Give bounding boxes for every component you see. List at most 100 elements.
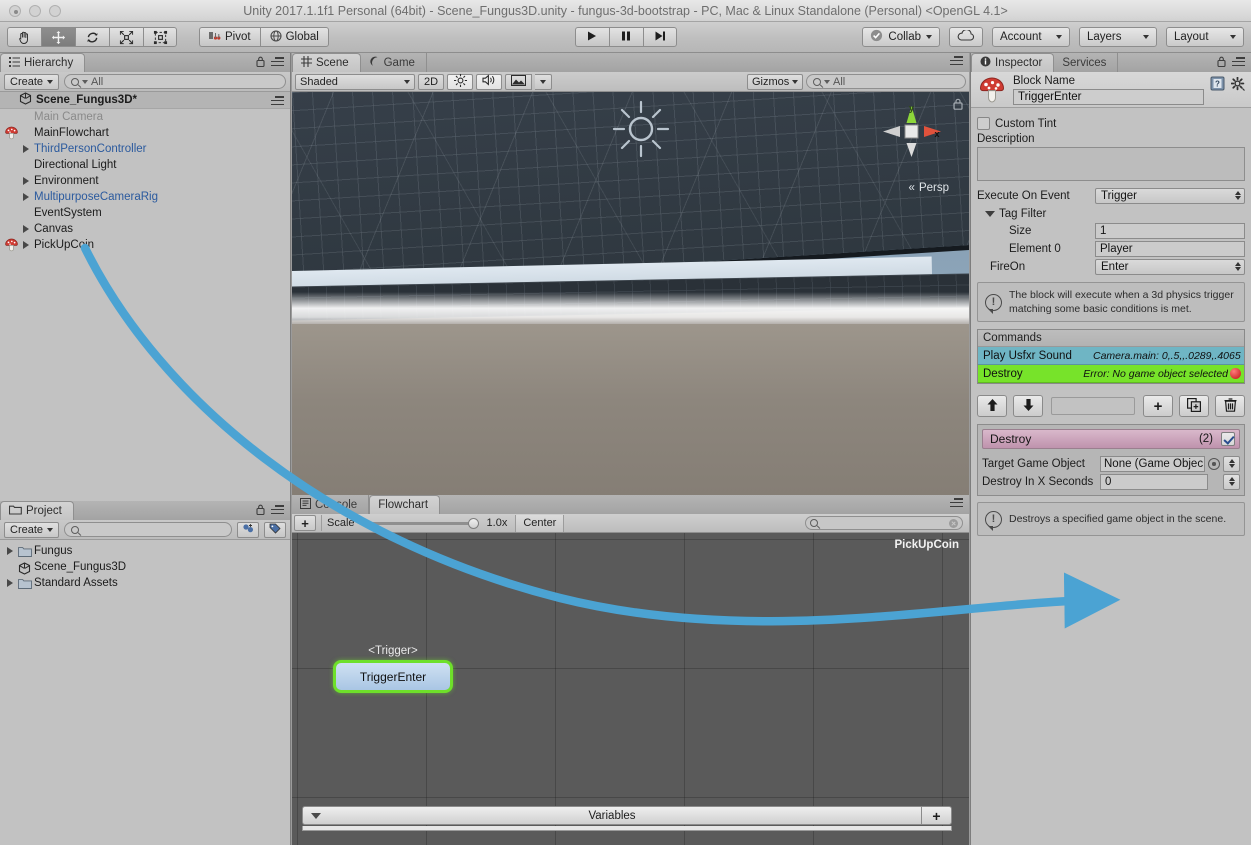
panel-menu-icon[interactable] [271, 505, 284, 514]
expand-arrow-icon[interactable] [20, 177, 31, 185]
hierarchy-item-multipurposecamerarig[interactable]: MultipurposeCameraRig [0, 189, 290, 205]
directional-light-gizmo[interactable] [612, 100, 670, 161]
tab-services[interactable]: Services [1054, 53, 1118, 72]
playback-controls[interactable] [575, 27, 677, 47]
tab-flowchart[interactable]: Flowchart [369, 495, 440, 514]
tab-console[interactable]: Console [292, 495, 369, 514]
variables-add-button[interactable]: + [922, 806, 952, 825]
toggle-2d-button[interactable]: 2D [418, 74, 444, 90]
command-search-field[interactable] [1051, 397, 1135, 415]
rotate-tool-button[interactable] [75, 27, 109, 47]
move-tool-button[interactable] [41, 27, 75, 47]
project-tab-menu[interactable] [256, 504, 284, 515]
hierarchy-item-directional-light[interactable]: Directional Light [0, 157, 290, 173]
expand-arrow-icon[interactable] [4, 547, 15, 555]
tab-game[interactable]: Game [361, 53, 427, 72]
hierarchy-item-mainflowchart[interactable]: MainFlowchart [0, 125, 290, 141]
tag-filter-foldout[interactable]: Tag Filter [977, 205, 1245, 222]
custom-tint-checkbox[interactable] [977, 117, 990, 130]
destroy-command-header[interactable]: Destroy (2) [982, 429, 1240, 449]
pause-button[interactable] [609, 27, 643, 47]
rect-tool-button[interactable] [143, 27, 177, 47]
element0-input[interactable]: Player [1095, 241, 1245, 257]
flowchart-tab-menu[interactable] [950, 498, 963, 507]
scene-orientation-gizmo[interactable]: y x [881, 104, 943, 163]
hierarchy-scene-row[interactable]: Scene_Fungus3D* [0, 92, 290, 109]
hierarchy-item-environment[interactable]: Environment [0, 173, 290, 189]
scene-projection-label[interactable]: Persp [909, 182, 949, 194]
move-command-up-button[interactable] [977, 395, 1007, 417]
hierarchy-item-canvas[interactable]: Canvas [0, 221, 290, 237]
pivot-button[interactable]: Pivot [199, 27, 260, 47]
project-create-button[interactable]: Create [4, 522, 59, 538]
pivot-controls[interactable]: Pivot Global [199, 27, 329, 47]
fireon-dropdown[interactable]: Enter [1095, 259, 1245, 275]
destroy-seconds-input[interactable]: 0 [1100, 474, 1208, 490]
command-row-play-usfxr-sound[interactable]: Play Usfxr SoundCamera.main: 0,.5,,.0289… [978, 347, 1244, 365]
hierarchy-item-eventsystem[interactable]: EventSystem [0, 205, 290, 221]
layers-button[interactable]: Layers [1079, 27, 1157, 47]
flowchart-search-input[interactable] [805, 516, 963, 530]
layout-button[interactable]: Layout [1166, 27, 1244, 47]
tab-inspector[interactable]: Inspector [971, 53, 1054, 72]
collab-button[interactable]: Collab [862, 27, 940, 47]
object-picker-icon[interactable] [1208, 458, 1220, 470]
gizmos-dropdown[interactable]: Gizmos [747, 74, 803, 90]
hand-tool-button[interactable] [7, 27, 41, 47]
scale-tool-button[interactable] [109, 27, 143, 47]
effects-dropdown-button[interactable] [535, 74, 552, 90]
block-name-input[interactable]: TriggerEnter [1013, 89, 1204, 105]
tab-scene[interactable]: Scene [292, 53, 361, 72]
target-game-object-input[interactable]: None (Game Objec [1100, 456, 1205, 472]
account-button[interactable]: Account [992, 27, 1070, 47]
cloud-button[interactable] [949, 27, 983, 47]
project-filter-label-button[interactable] [264, 522, 286, 538]
help-icon[interactable]: ? [1210, 76, 1225, 94]
clear-search-icon[interactable] [949, 519, 958, 528]
scene-search-input[interactable]: All [806, 74, 966, 89]
hierarchy-item-thirdpersoncontroller[interactable]: ThirdPersonController [0, 141, 290, 157]
flowchart-canvas[interactable]: PickUpCoin <Trigger> TriggerEnter Variab… [292, 533, 969, 845]
destroy-command-enabled-checkbox[interactable] [1221, 432, 1235, 446]
expand-arrow-icon[interactable] [20, 193, 31, 201]
project-item-fungus[interactable]: Fungus [0, 543, 290, 559]
add-command-button[interactable]: + [1143, 395, 1173, 417]
global-button[interactable]: Global [260, 27, 329, 47]
expand-arrow-icon[interactable] [20, 145, 31, 153]
draw-mode-dropdown[interactable]: Shaded [295, 74, 415, 90]
lock-icon[interactable] [256, 56, 265, 67]
expand-arrow-icon[interactable] [20, 241, 31, 249]
expand-arrow-icon[interactable] [20, 225, 31, 233]
scene-row-menu-icon[interactable] [271, 96, 284, 105]
command-row-destroy[interactable]: DestroyError: No game object selected [978, 365, 1244, 383]
duplicate-command-button[interactable] [1179, 395, 1209, 417]
size-input[interactable]: 1 [1095, 223, 1245, 239]
hierarchy-search-input[interactable]: All [64, 74, 286, 89]
project-item-standard-assets[interactable]: Standard Assets [0, 575, 290, 591]
scene-tab-menu[interactable] [950, 56, 963, 65]
lock-icon[interactable] [256, 504, 265, 515]
flowchart-add-block-button[interactable]: + [294, 515, 316, 531]
move-command-down-button[interactable] [1013, 395, 1043, 417]
panel-menu-icon[interactable] [950, 56, 963, 65]
inspector-tab-menu[interactable] [1217, 56, 1245, 67]
hierarchy-item-pickupcoin[interactable]: PickUpCoin [0, 237, 290, 253]
project-item-scene-fungus3d[interactable]: Scene_Fungus3D [0, 559, 290, 575]
description-input[interactable] [977, 147, 1245, 181]
hierarchy-tab-menu[interactable] [256, 56, 284, 67]
target-game-object-stepper[interactable] [1223, 456, 1240, 472]
panel-menu-icon[interactable] [950, 498, 963, 507]
execute-on-event-dropdown[interactable]: Trigger [1095, 188, 1245, 204]
custom-tint-row[interactable]: Custom Tint [977, 115, 1245, 132]
toggle-lighting-button[interactable] [447, 74, 473, 90]
panel-menu-icon[interactable] [271, 57, 284, 66]
transform-tools[interactable] [7, 27, 177, 47]
panel-menu-icon[interactable] [1232, 57, 1245, 66]
hierarchy-create-button[interactable]: Create [4, 74, 59, 90]
toggle-audio-button[interactable] [476, 74, 502, 90]
play-button[interactable] [575, 27, 609, 47]
lock-icon[interactable] [1217, 56, 1226, 67]
hierarchy-item-main-camera[interactable]: Main Camera [0, 109, 290, 125]
variables-foldout[interactable]: Variables [302, 806, 922, 825]
block-name-label[interactable]: TriggerEnter [333, 660, 453, 693]
